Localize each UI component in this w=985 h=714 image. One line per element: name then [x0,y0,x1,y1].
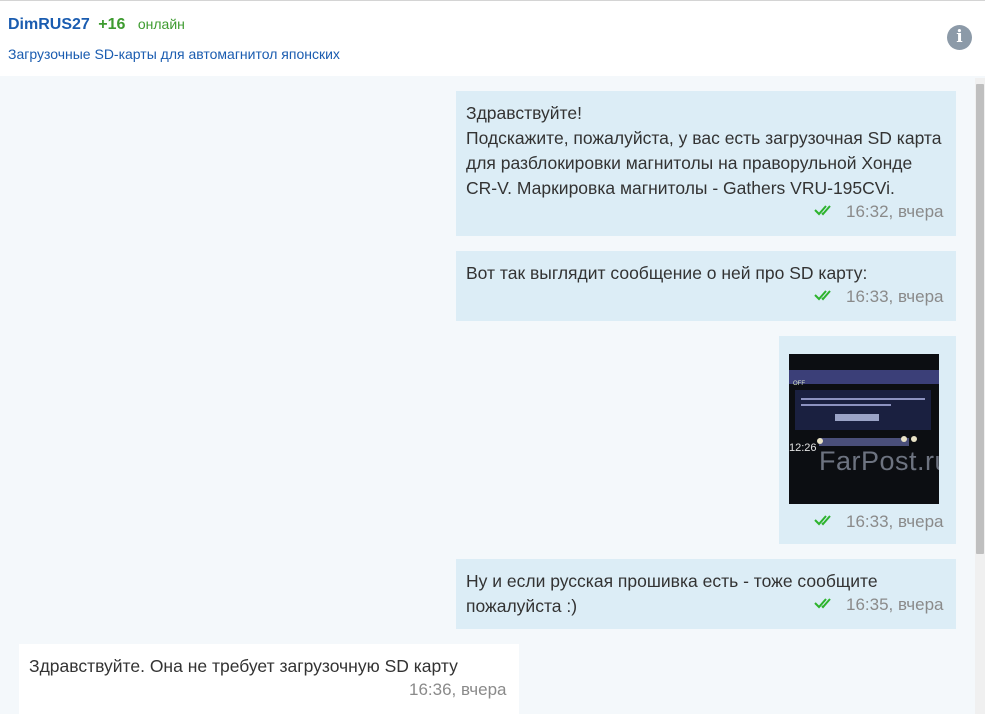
online-status: онлайн [137,16,185,32]
scrollbar-thumb[interactable] [976,84,984,554]
outgoing-message: OFF 12:26 FarPost.ru 16:33, вчера [779,336,956,544]
double-check-icon [814,205,831,216]
photo-screen-row [819,438,909,446]
message-time: 16:33, вчера [846,512,944,531]
subject-link[interactable]: Загрузочные SD-карты для автомагнитол яп… [8,46,340,62]
message-text-line: Ну и если русская прошивка есть - тоже с… [466,571,878,591]
double-check-icon [814,598,831,609]
message-text-line: Здравствуйте! [466,103,582,123]
message-text-line: Здравствуйте. Она не требует загрузочную… [29,656,458,676]
outgoing-message: Вот так выглядит сообщение о ней про SD … [456,251,956,321]
message-text-line: для разблокировки магнитолы на праворуль… [466,153,913,173]
double-check-icon [814,290,831,301]
photo-screen-dialog [795,390,931,430]
message-text-line: Подскажите, пожалуйста, у вас есть загру… [466,128,942,148]
outgoing-message: Здравствуйте! Подскажите, пожалуйста, у … [456,91,956,236]
photo-clock: 12:26 [789,442,817,454]
user-info: DimRUS27 +16 онлайн [8,14,185,35]
incoming-message: Здравствуйте. Она не требует загрузочную… [19,644,519,714]
info-icon[interactable]: i [947,25,972,50]
user-rating: +16 [98,16,126,33]
photo-screen-button [835,414,879,421]
double-check-icon [814,515,831,526]
message-list: Здравствуйте! Подскажите, пожалуйста, у … [0,76,985,714]
outgoing-message: Ну и если русская прошивка есть - тоже с… [456,559,956,629]
message-time: 16:35, вчера [846,595,944,614]
photo-screen-band: OFF [789,370,939,387]
scrollbar[interactable] [975,78,985,714]
message-time: 16:32, вчера [846,202,944,221]
photo-watermark: FarPost.ru [819,446,939,476]
message-time: 16:33, вчера [846,287,944,306]
photo-attachment[interactable]: OFF 12:26 FarPost.ru [789,354,939,504]
username-link[interactable]: DimRUS27 [8,16,90,33]
message-text-line: CR-V. Маркировка магнитолы - Gathers VRU… [466,178,895,198]
message-time: 16:36, вчера [409,680,507,699]
message-text-line: Вот так выглядит сообщение о ней про SD … [466,263,868,283]
chat-header: DimRUS27 +16 онлайн Загрузочные SD-карты… [0,0,985,76]
